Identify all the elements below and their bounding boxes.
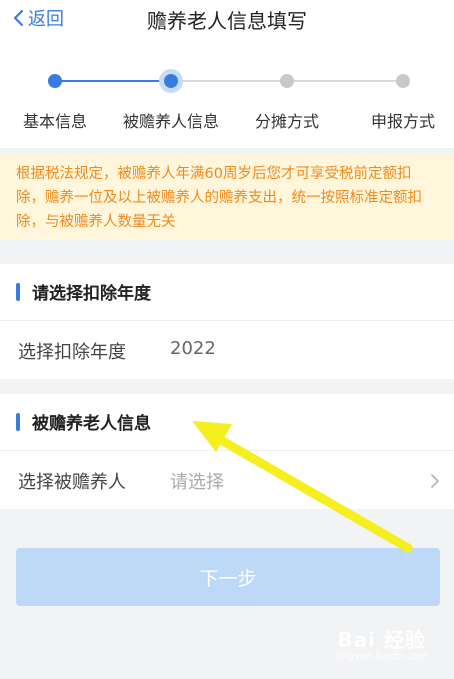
dependent-info-section: 被赡养老人信息 选择被赡养人 请选择 — [0, 394, 454, 509]
step-dot-split-method — [280, 74, 294, 88]
deduction-year-value: 2022 — [170, 338, 216, 359]
deduction-year-select[interactable]: 选择扣除年度 2022 — [0, 321, 454, 379]
dependent-placeholder: 请选择 — [170, 472, 224, 493]
step-dot-dependent-info — [164, 74, 178, 88]
watermark-logo: Bai 经验 — [337, 628, 426, 652]
progress-steps: 基本信息 被赡养人信息 分摊方式 申报方式 — [0, 40, 454, 148]
section-accent-bar — [16, 283, 20, 301]
section-title: 请选择扣除年度 — [32, 284, 151, 304]
section-header: 请选择扣除年度 — [0, 264, 454, 321]
nav-header: 返回 赡养老人信息填写 — [0, 0, 454, 40]
step-label-split-method: 分摊方式 — [254, 112, 320, 131]
watermark-url: jingyan.baidu.com — [335, 651, 428, 662]
section-header: 被赡养老人信息 — [0, 394, 454, 451]
field-label: 选择被赡养人 — [18, 472, 126, 493]
step-label-basic-info: 基本信息 — [22, 112, 88, 131]
next-step-button[interactable]: 下一步 — [16, 548, 440, 606]
deduction-year-section: 请选择扣除年度 选择扣除年度 2022 — [0, 264, 454, 379]
dependent-select[interactable]: 选择被赡养人 请选择 — [0, 451, 454, 509]
section-accent-bar — [16, 413, 20, 431]
step-label-dependent-info: 被赡养人信息 — [122, 112, 220, 131]
step-dot-report-method — [396, 74, 410, 88]
tax-notice: 根据税法规定，被赡养人年满60周岁后您才可享受税前定额扣除，赡养一位及以上被赡养… — [0, 154, 454, 240]
page-title: 赡养老人信息填写 — [147, 9, 307, 33]
chevron-right-icon — [431, 474, 439, 488]
field-label: 选择扣除年度 — [18, 342, 126, 363]
step-dot-basic-info — [48, 74, 62, 88]
step-line-done — [55, 80, 171, 82]
step-label-report-method: 申报方式 — [370, 112, 436, 131]
section-title: 被赡养老人信息 — [32, 414, 151, 434]
